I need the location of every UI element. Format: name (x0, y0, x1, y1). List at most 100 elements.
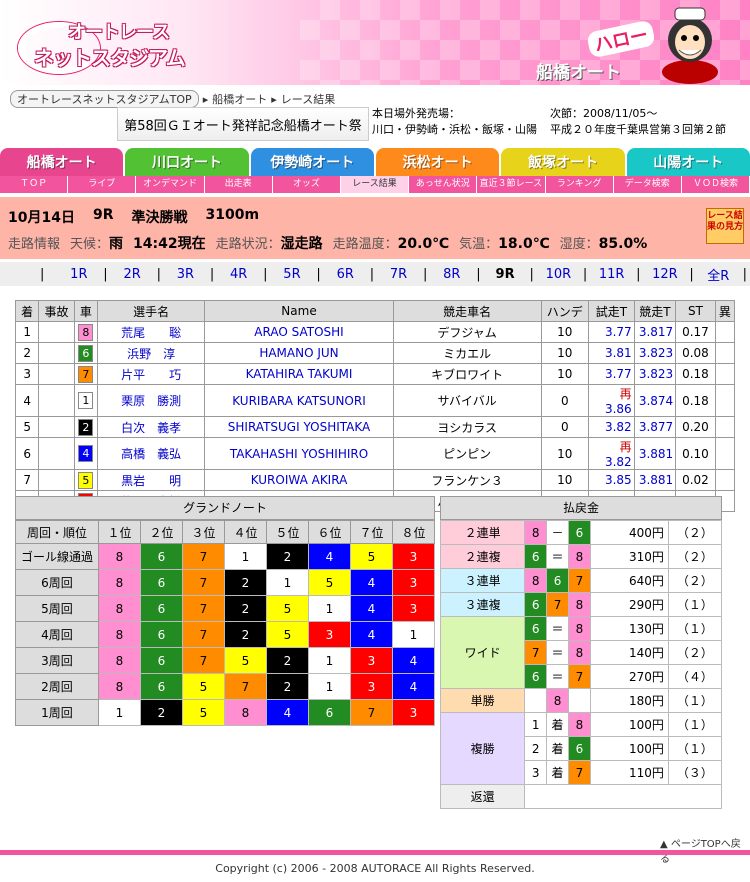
race-tab-7R[interactable]: 7R (374, 267, 423, 282)
race-tab-4R[interactable]: 4R (214, 267, 263, 282)
racer-name-link[interactable]: 白次 義孝 (96, 416, 206, 438)
lap-label: 4周回 (15, 621, 99, 648)
venue-tab-3[interactable]: 伊勢崎オート (250, 148, 374, 176)
venue-tab-6[interactable]: 山陽オート (626, 148, 750, 176)
lap-position-cell: 1 (392, 621, 435, 648)
subnav-item-10[interactable]: データ検索 (614, 176, 682, 193)
logo-line1: オートレース (68, 22, 170, 43)
payout-car-cell: 6 (524, 616, 548, 641)
grand-note-col-header: ２位 (140, 520, 183, 544)
subnav-item-3[interactable]: オンデマンド (136, 176, 205, 193)
lap-position-cell: 2 (140, 699, 183, 726)
next-meet-info: 次節：2008/11/05～ 平成２０年度千葉県営第３回第２節 (550, 106, 745, 138)
race-tab-全R[interactable]: 全R (694, 265, 743, 284)
bike-name: デフジャム (392, 321, 542, 343)
trial-time: 3.77 (588, 363, 635, 385)
lap-position-cell: 7 (182, 543, 225, 570)
lap-position-cell: 4 (266, 699, 309, 726)
venue-tab-4[interactable]: 浜松オート (375, 148, 500, 176)
race-tab-5R[interactable]: 5R (268, 267, 317, 282)
results-guide-button[interactable]: レース結果の見方 (706, 208, 744, 244)
subnav-item-9[interactable]: ランキング (546, 176, 614, 193)
racer-name-en: KUROIWA AKIRA (204, 469, 394, 491)
payout-blank (524, 688, 548, 713)
lap-position-cell: 7 (224, 673, 267, 700)
racer-name-link[interactable]: 高橋 義弘 (96, 437, 206, 470)
venue-tab-1[interactable]: 船橋オート (0, 148, 124, 176)
popularity: （２） (667, 544, 723, 569)
start-timing: 0.18 (675, 363, 716, 385)
subnav-item-2[interactable]: ライブ (68, 176, 137, 193)
humidity-value: 85.0% (598, 236, 648, 252)
payout-amount: 100円 (589, 736, 669, 761)
racer-name-en: ARAO SATOSHI (204, 321, 394, 343)
place-position: 1 (524, 712, 548, 737)
track-info-label: 走路情報 (8, 237, 61, 252)
venue-tab-2[interactable]: 川口オート (125, 148, 249, 176)
payout-panel: 払戻金 ２連単 8 － 6 400円 （２） ２連複 6 ＝ 8 310円 （２） ３連単 8 6 7 640円… (439, 496, 723, 809)
race-tab-1R[interactable]: 1R (54, 267, 103, 282)
track-info: 走路情報 天候：雨 14:42現在 走路状況：湿走路 走路温度：20.0℃ 気温… (8, 233, 647, 253)
subnav-item-8[interactable]: 直近３節レース結果 (477, 176, 546, 206)
race-tab-3R[interactable]: 3R (161, 267, 210, 282)
racer-name-link[interactable]: 栗原 勝測 (96, 384, 206, 417)
racer-name-link[interactable]: 片平 巧 (96, 363, 206, 385)
subnav-item-5[interactable]: オッズ (273, 176, 341, 193)
lap-position-cell: 5 (350, 543, 393, 570)
subnav-item-7[interactable]: あっせん状況 (409, 176, 478, 193)
payout-car-cell: 8 (567, 592, 591, 617)
race-tab-8R[interactable]: 8R (427, 267, 476, 282)
race-tab-11R[interactable]: 11R (587, 267, 636, 282)
popularity: （１） (667, 688, 723, 713)
trial-time-value: 3.77 (604, 367, 632, 381)
results-col-header: ハンデ (540, 300, 590, 322)
payout-amount: 400円 (589, 520, 669, 545)
race-tab-divider: | (742, 266, 748, 282)
trial-time: 再 3.86 (588, 384, 635, 417)
payout-amount: 640円 (589, 568, 669, 593)
grand-note-row: 3周回 8 6 7 5 2 1 3 4 (15, 647, 435, 674)
logo-line2: ネットスタジアム (34, 46, 186, 70)
sub-navigation: ＴＯＰライブオンデマンド出走表オッズレース結果あっせん状況直近３節レース結果ラン… (0, 176, 750, 206)
payout-car-cell: 8 (524, 568, 548, 593)
breadcrumb-venue-link[interactable]: 船橋オート (212, 91, 267, 107)
race-time: 3.874 (633, 384, 677, 417)
abnormal-cell (714, 416, 736, 438)
venue-tab-5[interactable]: 飯塚オート (501, 148, 625, 176)
race-tab-10R[interactable]: 10R (534, 267, 583, 282)
race-tab-12R[interactable]: 12R (640, 267, 689, 282)
payout-car-cell: 6 (546, 568, 569, 593)
start-timing: 0.20 (675, 416, 716, 438)
racer-name-link[interactable]: 浜野 淳 (96, 342, 206, 364)
payout-amount: 100円 (589, 712, 669, 737)
subnav-item-4[interactable]: 出走表 (205, 176, 273, 193)
lap-position-cell: 3 (308, 621, 351, 648)
results-header-row: 着事故車選手名 Name 競走車名 ハンデ 試走T 競走T ST 異 (14, 300, 736, 322)
accident-cell (38, 469, 75, 491)
lap-position-cell: 2 (224, 621, 267, 648)
payout-amount: 270円 (589, 664, 669, 689)
popularity: （１） (667, 592, 723, 617)
site-logo[interactable]: オートレース ネットスタジアム (10, 8, 210, 74)
payout-blank (567, 688, 591, 713)
bet-type: ３連単 (439, 568, 526, 593)
subnav-item-1[interactable]: ＴＯＰ (0, 176, 69, 193)
lap-position-cell: 2 (224, 569, 267, 596)
breadcrumb-top-link[interactable]: オートレースネットスタジアムTOP (10, 90, 199, 108)
payout-car-cell: 8 (567, 640, 591, 665)
racer-name-link[interactable]: 黒岩 明 (96, 469, 206, 491)
race-tab-2R[interactable]: 2R (108, 267, 157, 282)
results-col-header: Name (204, 300, 394, 322)
payout-car-cell: 8 (567, 544, 591, 569)
subnav-item-6[interactable]: レース結果 (340, 176, 410, 193)
car-cell: 8 (73, 321, 99, 343)
payout-amount: 140円 (589, 640, 669, 665)
racer-name-link[interactable]: 荒尾 聡 (96, 321, 206, 343)
payout-car-cell: 7 (546, 592, 569, 617)
bet-type: ２連複 (439, 544, 526, 569)
bike-name: ヨシカラス (392, 416, 542, 438)
subnav-item-11[interactable]: ＶＯＤ検索 (682, 176, 750, 193)
race-time: 3.877 (633, 416, 677, 438)
trial-time-value: 3.82 (604, 455, 632, 469)
race-tab-6R[interactable]: 6R (321, 267, 370, 282)
